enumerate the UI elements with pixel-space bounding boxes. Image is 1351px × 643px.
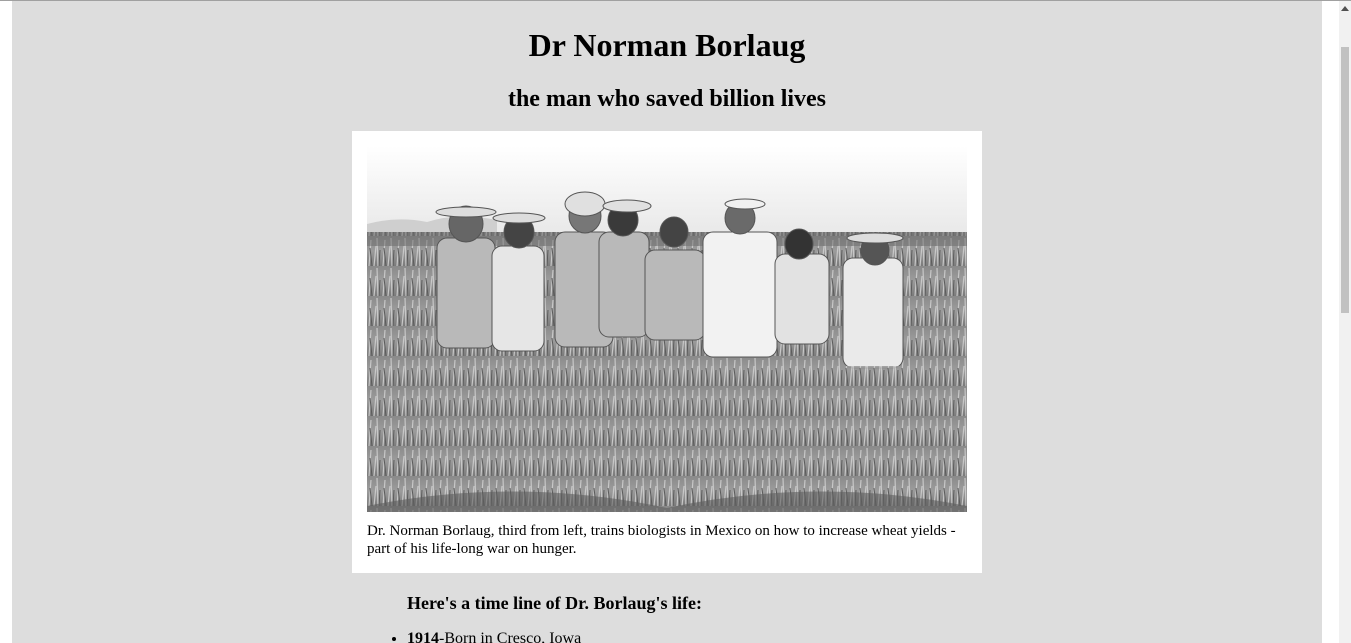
scrollbar-thumb[interactable] (1341, 47, 1349, 313)
page-title: Dr Norman Borlaug (528, 27, 806, 63)
timeline-year: 1914 (407, 630, 439, 643)
timeline-text: -Born in Cresco, Iowa (439, 630, 582, 643)
photo-figure: Dr. Norman Borlaug, third from left, tra… (352, 131, 982, 573)
vertical-scrollbar[interactable] (1339, 1, 1351, 643)
borlaug-field-photo (367, 146, 967, 512)
scroll-up-button[interactable] (1339, 1, 1351, 15)
triangle-up-icon (1341, 5, 1349, 11)
timeline-item: 1914-Born in Cresco, Iowa (407, 629, 581, 643)
timeline-list: 1914-Born in Cresco, Iowa (365, 629, 581, 643)
page-body: Dr Norman Borlaug the man who saved bill… (12, 1, 1322, 643)
timeline-heading: Here's a time line of Dr. Borlaug's life… (407, 593, 702, 613)
page-subtitle: the man who saved billion lives (507, 86, 827, 112)
photo-caption: Dr. Norman Borlaug, third from left, tra… (367, 523, 956, 557)
